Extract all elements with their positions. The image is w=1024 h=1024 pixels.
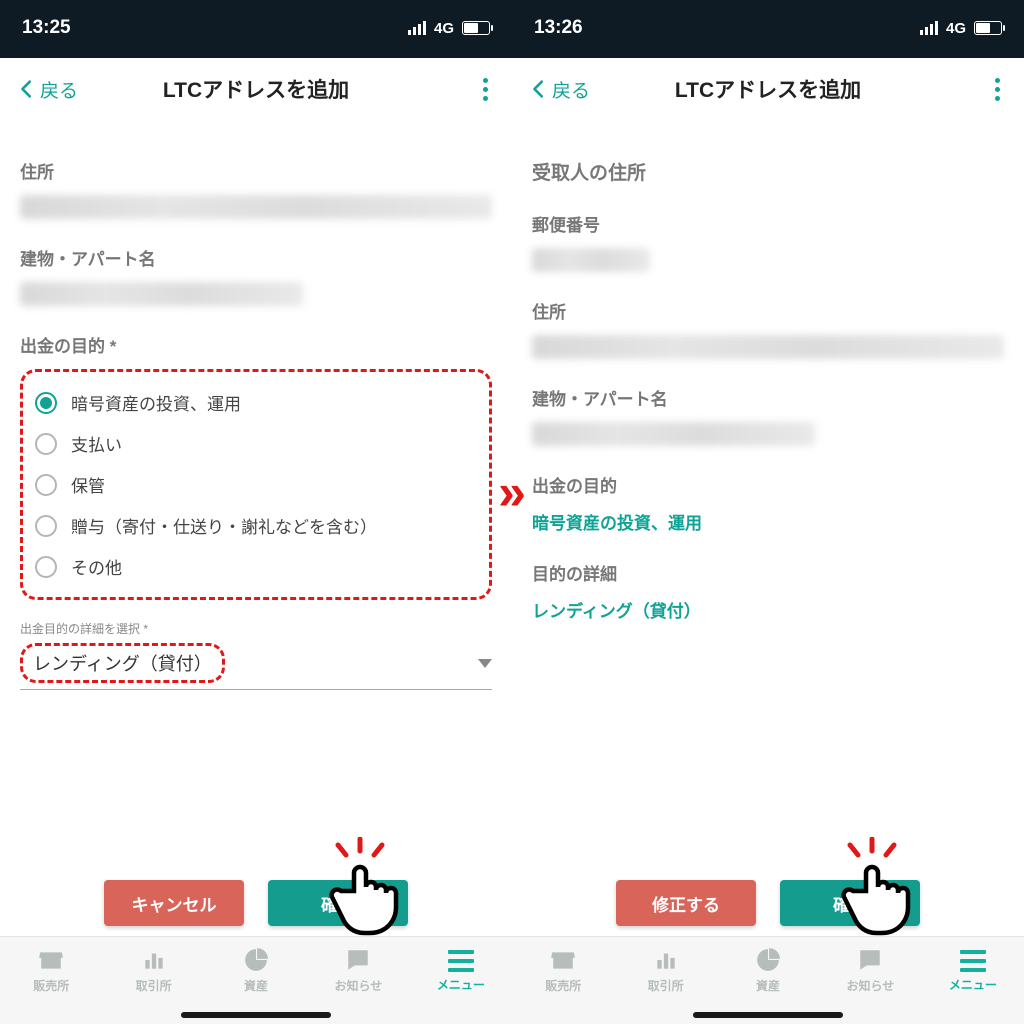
cancel-button[interactable]: キャンセル xyxy=(104,880,244,926)
overflow-menu-button[interactable] xyxy=(987,70,1008,109)
tab-menu[interactable]: メニュー xyxy=(922,947,1024,993)
tab-shop[interactable]: 販売所 xyxy=(512,947,614,994)
tab-assets[interactable]: 資産 xyxy=(717,947,819,994)
radio-label: 支払い xyxy=(71,431,122,456)
label-purpose: 出金の目的 xyxy=(532,472,1004,497)
header: 戻る LTCアドレスを追加 xyxy=(512,58,1024,120)
content-area: 住所 建物・アパート名 出金の目的 * 暗号資産の投資、運用 支払い 保管 贈与… xyxy=(0,120,512,858)
status-bar: 13:25 4G xyxy=(0,0,512,58)
label-purpose: 出金の目的 * xyxy=(20,332,492,357)
back-label: 戻る xyxy=(552,76,590,103)
tab-exchange[interactable]: 取引所 xyxy=(102,947,204,994)
redacted-value xyxy=(20,282,303,306)
status-time: 13:25 xyxy=(22,17,71,39)
phone-screen-right: 13:26 4G 戻る LTCアドレスを追加 受取人の住所 郵便番号 住所 建物… xyxy=(512,0,1024,1024)
redacted-value xyxy=(532,248,650,272)
label-building: 建物・アパート名 xyxy=(532,385,1004,410)
bottom-tab-bar: 販売所 取引所 資産 お知らせ メニュー xyxy=(512,936,1024,1024)
shop-icon xyxy=(550,947,576,973)
chevron-left-icon xyxy=(16,78,38,100)
network-label: 4G xyxy=(946,20,966,37)
submit-button[interactable]: 確定 xyxy=(780,880,920,926)
content-area: 受取人の住所 郵便番号 住所 建物・アパート名 出金の目的 暗号資産の投資、運用… xyxy=(512,120,1024,858)
redacted-value xyxy=(532,335,1004,359)
redacted-value xyxy=(20,195,492,219)
label-recipient-address: 受取人の住所 xyxy=(532,158,1004,185)
radio-icon xyxy=(35,515,57,537)
label-building: 建物・アパート名 xyxy=(20,245,492,270)
button-row: 修正する 確定 xyxy=(512,858,1024,936)
transition-arrow: » xyxy=(498,463,526,521)
phone-screen-left: 13:25 4G 戻る LTCアドレスを追加 住所 建物・アパート名 出金の目的… xyxy=(0,0,512,1024)
tab-assets[interactable]: 資産 xyxy=(205,947,307,994)
radio-option-4[interactable]: その他 xyxy=(29,546,483,587)
radio-label: 贈与（寄付・仕送り・謝礼などを含む） xyxy=(71,513,377,538)
label-address: 住所 xyxy=(20,158,492,183)
network-label: 4G xyxy=(434,20,454,37)
tab-notice[interactable]: お知らせ xyxy=(307,947,409,994)
status-time: 13:26 xyxy=(534,17,583,39)
home-indicator xyxy=(693,1012,843,1018)
signal-icon xyxy=(920,21,938,35)
radio-icon xyxy=(35,556,57,578)
pie-chart-icon xyxy=(243,947,269,973)
bottom-tab-bar: 販売所 取引所 資産 お知らせ メニュー xyxy=(0,936,512,1024)
radio-icon xyxy=(35,474,57,496)
tab-notice[interactable]: お知らせ xyxy=(819,947,921,994)
chart-bar-icon xyxy=(653,947,679,973)
radio-label: 保管 xyxy=(71,472,105,497)
radio-icon xyxy=(35,392,57,414)
radio-option-2[interactable]: 保管 xyxy=(29,464,483,505)
value-purpose: 暗号資産の投資、運用 xyxy=(532,509,1004,534)
battery-icon xyxy=(974,21,1002,35)
radio-option-1[interactable]: 支払い xyxy=(29,423,483,464)
radio-label: 暗号資産の投資、運用 xyxy=(71,390,241,415)
radio-option-3[interactable]: 贈与（寄付・仕送り・謝礼などを含む） xyxy=(29,505,483,546)
battery-icon xyxy=(462,21,490,35)
button-row: キャンセル 確認 xyxy=(0,858,512,936)
message-icon xyxy=(345,947,371,973)
pie-chart-icon xyxy=(755,947,781,973)
label-address: 住所 xyxy=(532,298,1004,323)
back-button[interactable]: 戻る xyxy=(16,76,78,103)
message-icon xyxy=(857,947,883,973)
confirm-button[interactable]: 確認 xyxy=(268,880,408,926)
menu-icon xyxy=(960,950,986,972)
chevron-left-icon xyxy=(528,78,550,100)
label-postal: 郵便番号 xyxy=(532,211,1004,236)
tab-shop[interactable]: 販売所 xyxy=(0,947,102,994)
back-button[interactable]: 戻る xyxy=(528,76,590,103)
radio-label: その他 xyxy=(71,554,122,579)
dropdown-value: レンディング（貸付） xyxy=(20,643,225,683)
status-bar: 13:26 4G xyxy=(512,0,1024,58)
label-detail: 目的の詳細 xyxy=(532,560,1004,585)
tab-menu[interactable]: メニュー xyxy=(410,947,512,993)
chevron-down-icon xyxy=(478,659,492,668)
value-detail: レンディング（貸付） xyxy=(532,597,1004,622)
signal-icon xyxy=(408,21,426,35)
home-indicator xyxy=(181,1012,331,1018)
edit-button[interactable]: 修正する xyxy=(616,880,756,926)
overflow-menu-button[interactable] xyxy=(475,70,496,109)
menu-icon xyxy=(448,950,474,972)
shop-icon xyxy=(38,947,64,973)
purpose-detail-dropdown[interactable]: レンディング（貸付） xyxy=(20,637,492,690)
chart-bar-icon xyxy=(141,947,167,973)
redacted-value xyxy=(532,422,815,446)
radio-icon xyxy=(35,433,57,455)
tab-exchange[interactable]: 取引所 xyxy=(614,947,716,994)
page-title: LTCアドレスを追加 xyxy=(675,74,861,104)
radio-option-0[interactable]: 暗号資産の投資、運用 xyxy=(29,382,483,423)
back-label: 戻る xyxy=(40,76,78,103)
page-title: LTCアドレスを追加 xyxy=(163,74,349,104)
label-purpose-detail: 出金目的の詳細を選択 * xyxy=(20,620,492,637)
header: 戻る LTCアドレスを追加 xyxy=(0,58,512,120)
purpose-radio-group: 暗号資産の投資、運用 支払い 保管 贈与（寄付・仕送り・謝礼などを含む） その他 xyxy=(20,369,492,600)
